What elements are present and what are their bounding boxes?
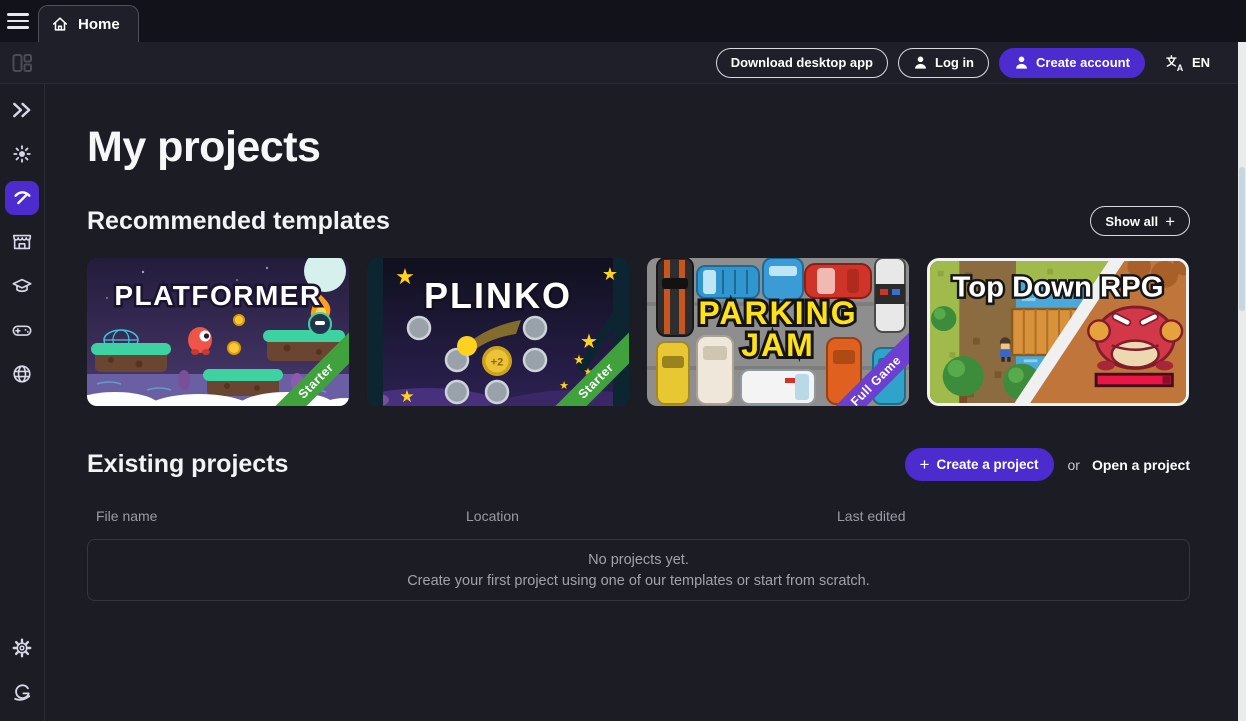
column-last-edited: Last edited (837, 508, 1190, 524)
gdevelop-logo-icon[interactable] (10, 680, 34, 704)
open-project-link[interactable]: Open a project (1092, 457, 1190, 473)
template-card-top-down-rpg[interactable]: Top Down RPG (927, 258, 1189, 406)
tab-home[interactable]: Home (38, 5, 139, 42)
create-project-button[interactable]: + Create a project (905, 448, 1054, 481)
star-icon: ★ (399, 387, 414, 406)
plinko-bonus-label: +2 (491, 357, 504, 369)
star-icon: ★ (573, 353, 585, 368)
create-account-button[interactable]: Create account (999, 48, 1145, 78)
tab-bar: Home (0, 0, 1246, 42)
pickaxe-icon (11, 187, 33, 209)
sidebar-item-build[interactable] (5, 181, 39, 215)
main-content: My projects Recommended templates Show a… (45, 84, 1246, 721)
empty-projects-placeholder: No projects yet. Create your first proje… (87, 539, 1190, 601)
show-all-label: Show all (1105, 214, 1158, 229)
plus-icon: + (920, 456, 930, 473)
template-cards: PLATFORMER Starter (87, 258, 1190, 406)
column-location: Location (466, 508, 837, 524)
template-card-platformer[interactable]: PLATFORMER Starter (87, 258, 349, 406)
person-icon (1014, 55, 1029, 70)
plus-icon: + (1165, 213, 1175, 230)
empty-line-1: No projects yet. (588, 552, 689, 568)
or-label: or (1068, 457, 1080, 473)
shop-icon[interactable] (10, 230, 34, 254)
translate-icon: A (1165, 54, 1185, 72)
show-all-button[interactable]: Show all + (1090, 206, 1190, 236)
language-selector[interactable]: A EN (1165, 54, 1210, 72)
get-started-icon[interactable] (10, 142, 34, 166)
template-title-jam: JAM (741, 327, 815, 363)
login-label: Log in (935, 55, 974, 70)
star-icon: ★ (602, 264, 618, 285)
login-button[interactable]: Log in (898, 48, 989, 78)
recommended-templates-heading: Recommended templates (87, 207, 390, 236)
download-desktop-app-button[interactable]: Download desktop app (716, 48, 888, 78)
template-card-parking-jam[interactable]: PARKING JAM Full Game (647, 258, 909, 406)
sidebar (0, 84, 45, 721)
expand-sidebar-icon[interactable] (10, 98, 34, 122)
projects-table-header: File name Location Last edited (87, 508, 1190, 524)
create-project-label: Create a project (936, 457, 1038, 472)
star-icon: ★ (395, 265, 415, 290)
person-icon (913, 55, 928, 70)
scrollbar-thumb[interactable] (1239, 167, 1245, 311)
home-icon (51, 15, 69, 33)
tab-home-label: Home (78, 16, 120, 33)
star-icon: ★ (559, 379, 569, 392)
empty-line-2: Create your first project using one of o… (407, 573, 870, 589)
template-card-plinko[interactable]: +2 ★ ★ ★ ★ ★ ★ ★ PLINKO Starter (367, 258, 629, 406)
svg-text:A: A (1177, 63, 1184, 72)
scrollbar-track[interactable] (1238, 42, 1246, 721)
template-title-plinko: PLINKO (424, 275, 572, 316)
community-icon[interactable] (10, 362, 34, 386)
page-title: My projects (87, 123, 1190, 172)
preferences-gear-icon[interactable] (10, 636, 34, 660)
existing-projects-heading: Existing projects (87, 450, 288, 479)
play-icon[interactable] (10, 318, 34, 342)
project-manager-icon[interactable] (10, 51, 34, 75)
download-desktop-app-label: Download desktop app (731, 55, 873, 70)
template-title-parking: PARKING (698, 295, 857, 331)
toolbar: Download desktop app Log in Create accou… (0, 42, 1246, 84)
template-title-top-down-rpg: Top Down RPG (952, 272, 1163, 304)
hamburger-menu-icon[interactable] (7, 9, 35, 33)
learn-icon[interactable] (10, 274, 34, 298)
column-file-name: File name (96, 508, 466, 524)
language-label: EN (1192, 55, 1210, 70)
star-icon: ★ (580, 329, 598, 353)
template-title-platformer: PLATFORMER (114, 280, 321, 311)
create-account-label: Create account (1036, 55, 1130, 70)
